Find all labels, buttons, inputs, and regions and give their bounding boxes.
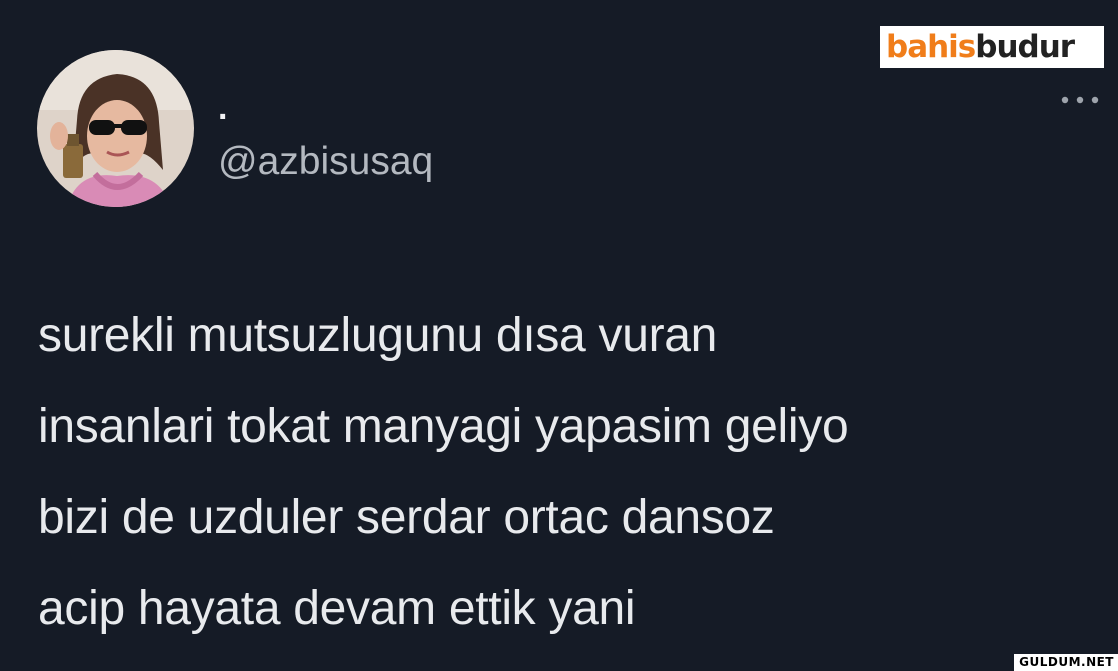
- tweet-line: bizi de uzduler serdar ortac dansoz: [38, 491, 775, 544]
- more-horizontal-icon[interactable]: [1058, 92, 1102, 108]
- avatar-photo: [37, 50, 194, 207]
- tweet-line: surekli mutsuzlugunu dısa vuran: [38, 309, 718, 362]
- avatar[interactable]: [37, 50, 194, 207]
- tweet-line: acip hayata devam ettik yani: [38, 582, 636, 635]
- display-name[interactable]: .: [218, 88, 227, 128]
- user-handle[interactable]: @azbisusaq: [218, 139, 433, 185]
- brand-logo: bahis budur: [880, 26, 1104, 68]
- tweet-line: insanlari tokat manyagi yapasim geliyo: [38, 400, 849, 453]
- tweet-text: surekli mutsuzlugunu dısa vuran insanlar…: [38, 290, 1108, 654]
- watermark: GULDUM.NET: [1014, 654, 1118, 671]
- brand-logo-part-orange: bahis: [886, 29, 976, 65]
- brand-logo-part-dark: budur: [975, 29, 1075, 65]
